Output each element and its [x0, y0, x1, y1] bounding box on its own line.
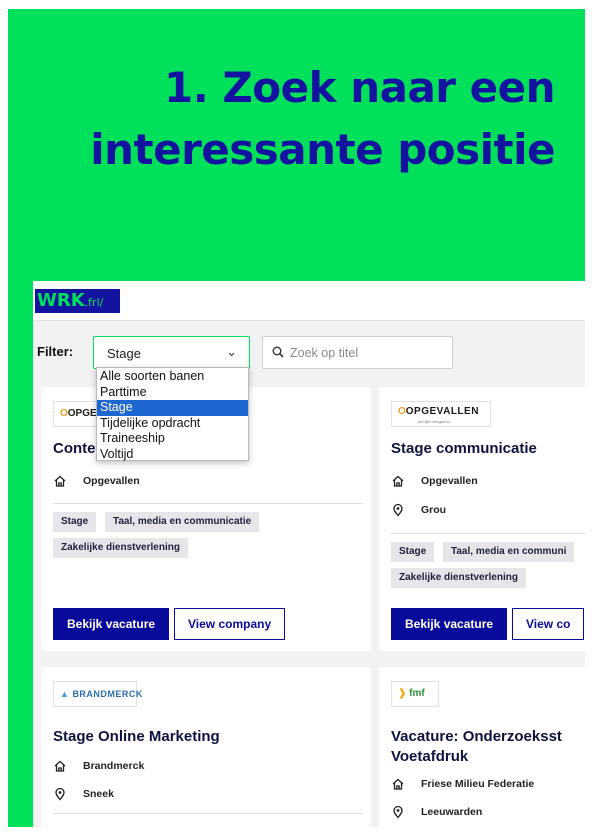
search-icon — [272, 346, 284, 358]
dropdown-option[interactable]: Parttime — [97, 385, 248, 401]
dropdown-option-selected[interactable]: Stage — [97, 400, 248, 416]
card-divider — [53, 813, 363, 814]
job-title[interactable]: Vacature: Onderzoeksst Voetafdruk — [391, 727, 562, 767]
job-tag: Zakelijke dienstverlening — [391, 568, 526, 588]
job-type-select[interactable]: Stage ⌄ — [93, 336, 250, 369]
job-type-selected-value: Stage — [107, 346, 141, 361]
dropdown-option[interactable]: Tijdelijke opdracht — [97, 416, 248, 432]
home-icon — [392, 475, 404, 487]
job-title-line-2: Voetafdruk — [391, 748, 469, 765]
job-card: ❱ fmf Vacature: Onderzoeksst Voetafdruk … — [379, 667, 585, 827]
job-card: ▲ BRANDMERCK Stage Online Marketing Bran… — [41, 667, 371, 827]
location-name: Leeuwarden — [421, 806, 483, 818]
home-icon — [54, 475, 66, 487]
location-name: Grou — [421, 504, 447, 516]
dropdown-option[interactable]: Alle soorten banen — [97, 369, 248, 385]
job-tag: Taal, media en communi — [443, 542, 575, 562]
job-title[interactable]: Stage Online Marketing — [53, 727, 220, 747]
company-logo: ▲ BRANDMERCK — [53, 681, 142, 707]
headline-line-1: 1. Zoek naar een — [164, 63, 555, 112]
card-divider — [53, 503, 363, 504]
company-logo-text: BRANDMERCK — [72, 689, 143, 699]
headline: 1. Zoek naar een interessante positie — [90, 57, 555, 181]
company-name: Opgevallen — [83, 475, 140, 487]
company-name: Friese Milieu Federatie — [421, 778, 535, 790]
company-name: Brandmerck — [83, 760, 145, 772]
view-vacancy-button[interactable]: Bekijk vacature — [53, 608, 170, 640]
location-pin-icon — [393, 805, 403, 819]
view-company-button[interactable]: View company — [174, 608, 286, 640]
company-logo-subtext: het lijkt morgen.co — [418, 419, 451, 424]
dropdown-option[interactable]: Voltijd — [97, 447, 248, 463]
filter-label: Filter: — [37, 344, 74, 359]
website-screenshot: WRK.frl/ Filter: Stage ⌄ Zoek op titel O… — [33, 281, 585, 827]
job-tag: Taal, media en communicatie — [105, 512, 260, 532]
home-icon — [54, 760, 66, 772]
dropdown-option[interactable]: Traineeship — [97, 431, 248, 447]
site-header: WRK.frl/ — [33, 281, 585, 321]
site-logo-ext: .frl/ — [84, 296, 104, 309]
job-tag: Stage — [391, 542, 435, 562]
job-title-line-1: Vacature: Onderzoeksst — [391, 728, 562, 745]
company-logo: OOPGEVALLEN het lijkt morgen.co — [391, 401, 491, 427]
location-pin-icon — [393, 503, 403, 517]
poster-background: 1. Zoek naar een interessante positie WR… — [8, 9, 585, 827]
company-logo: ❱ fmf — [391, 681, 439, 707]
job-type-dropdown-list: Alle soorten banen Parttime Stage Tijdel… — [96, 367, 249, 461]
company-logo-text: fmf — [409, 688, 425, 699]
headline-line-2: interessante positie — [90, 125, 555, 174]
site-logo[interactable]: WRK.frl/ — [35, 289, 120, 313]
location-name: Sneek — [83, 788, 114, 800]
search-placeholder: Zoek op titel — [290, 346, 359, 360]
search-input[interactable]: Zoek op titel — [262, 336, 453, 369]
card-divider — [391, 533, 585, 534]
job-tag: Zakelijke dienstverlening — [53, 538, 188, 558]
home-icon — [392, 778, 404, 790]
company-logo-text: OPGE — [67, 408, 97, 419]
location-pin-icon — [55, 787, 65, 801]
job-title[interactable]: Conte — [53, 439, 96, 459]
fmf-logo-icon: ❱ — [398, 688, 407, 699]
site-logo-main: WRK — [37, 290, 85, 311]
chevron-down-icon: ⌄ — [226, 344, 237, 359]
view-company-button[interactable]: View co — [512, 608, 585, 640]
brandmerck-logo-icon: ▲ — [60, 689, 70, 699]
job-card: OOPGEVALLEN het lijkt morgen.co Stage co… — [379, 387, 585, 651]
company-logo-text: OPGEVALLEN — [405, 406, 479, 417]
job-tag: Stage — [53, 512, 97, 532]
job-title[interactable]: Stage communicatie — [391, 439, 537, 459]
company-name: Opgevallen — [421, 475, 478, 487]
view-vacancy-button[interactable]: Bekijk vacature — [391, 608, 508, 640]
